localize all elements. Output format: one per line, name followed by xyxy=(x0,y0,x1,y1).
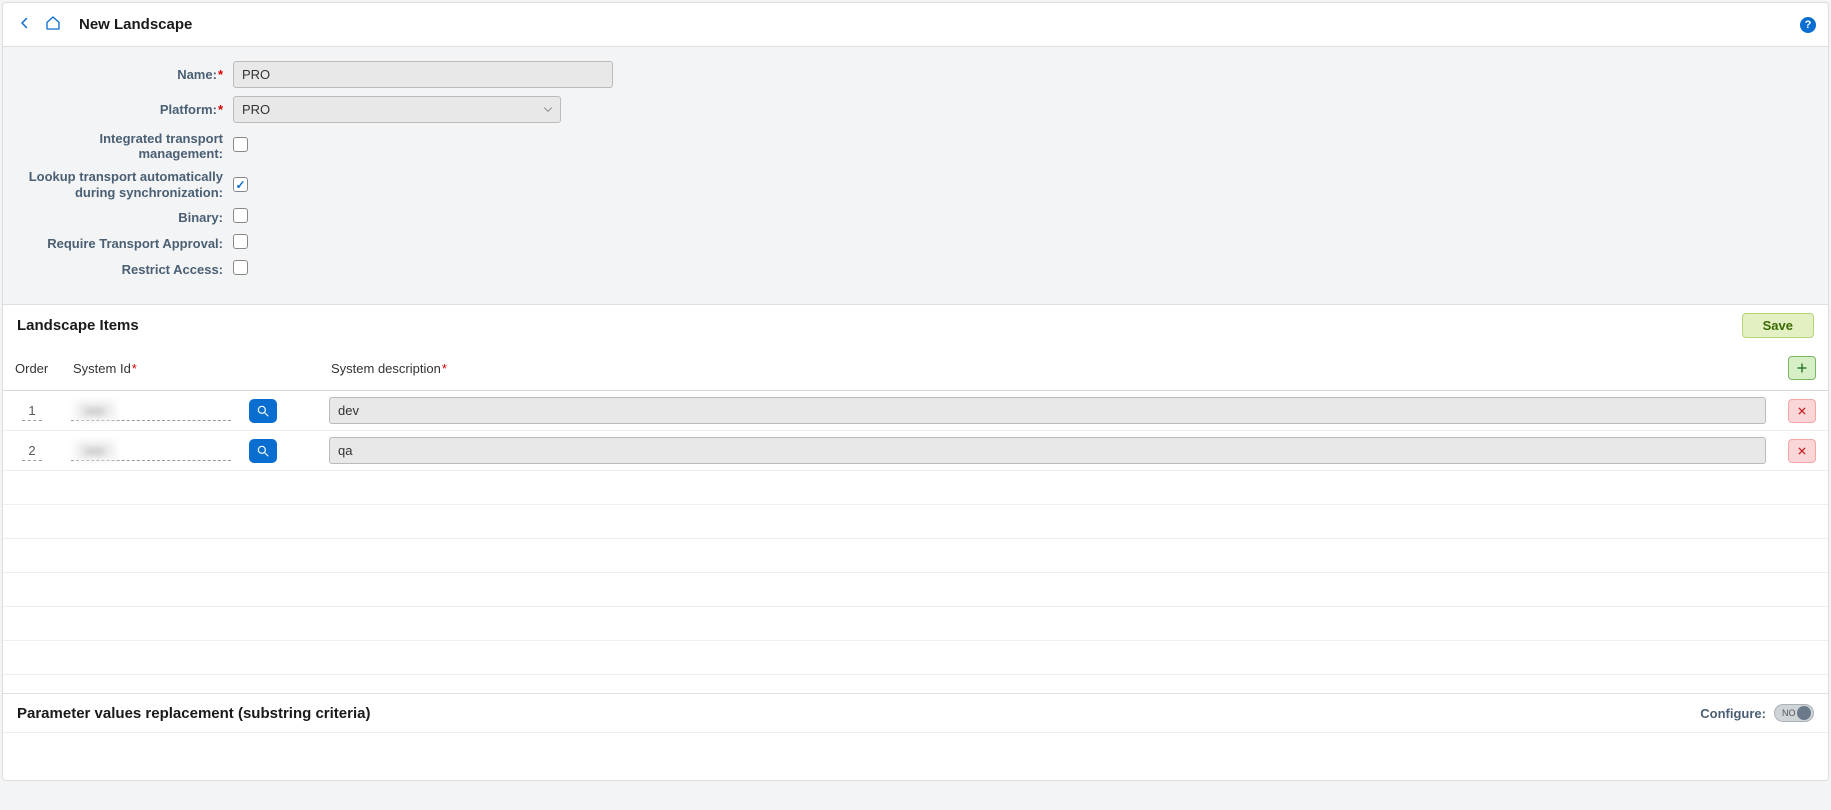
binary-checkbox[interactable] xyxy=(233,208,248,223)
help-icon[interactable]: ? xyxy=(1800,17,1816,33)
table-row: 2 xxx xyxy=(3,431,1828,471)
lookup-checkbox[interactable] xyxy=(233,177,248,192)
add-row-button[interactable] xyxy=(1788,356,1816,380)
page-header: New Landscape ? xyxy=(3,3,1828,47)
empty-row xyxy=(3,505,1828,539)
params-title: Parameter values replacement (substring … xyxy=(17,705,370,722)
system-desc-input[interactable] xyxy=(329,437,1766,464)
table-row: 1 xxx xyxy=(3,391,1828,431)
itm-checkbox[interactable] xyxy=(233,137,248,152)
page-title: New Landscape xyxy=(79,16,192,33)
system-id-lookup-button[interactable] xyxy=(249,399,277,423)
landscape-items-title: Landscape Items xyxy=(17,317,139,334)
empty-row xyxy=(3,641,1828,675)
order-cell[interactable]: 1 xyxy=(22,401,42,421)
name-label: Name:* xyxy=(19,67,229,82)
empty-row xyxy=(3,471,1828,505)
system-id-lookup-button[interactable] xyxy=(249,439,277,463)
col-system-id: System Id* xyxy=(61,346,319,391)
page-container: New Landscape ? Name:* Platform:* Integr… xyxy=(2,2,1829,781)
system-id-input[interactable]: xxx xyxy=(71,401,231,421)
approval-checkbox[interactable] xyxy=(233,234,248,249)
order-cell[interactable]: 2 xyxy=(22,441,42,461)
landscape-items-header: Landscape Items Save xyxy=(3,304,1828,346)
platform-select[interactable] xyxy=(233,96,561,123)
col-system-desc: System description* xyxy=(319,346,1776,391)
form-area: Name:* Platform:* Integrated transport m… xyxy=(3,47,1828,304)
toggle-label: NO xyxy=(1782,708,1796,718)
toggle-knob xyxy=(1797,706,1811,720)
lookup-label: Lookup transport automatically during sy… xyxy=(19,169,229,200)
delete-row-button[interactable] xyxy=(1788,439,1816,463)
empty-row xyxy=(3,539,1828,573)
params-section: Parameter values replacement (substring … xyxy=(3,693,1828,780)
empty-row xyxy=(3,607,1828,641)
name-input[interactable] xyxy=(233,61,613,88)
configure-toggle[interactable]: NO xyxy=(1774,704,1814,722)
itm-label: Integrated transport management: xyxy=(19,131,229,161)
system-id-input[interactable]: xxx xyxy=(71,441,231,461)
back-icon[interactable] xyxy=(15,13,35,36)
col-order: Order xyxy=(3,346,61,391)
approval-label: Require Transport Approval: xyxy=(19,236,229,251)
home-icon[interactable] xyxy=(41,11,65,38)
configure-label: Configure: xyxy=(1700,706,1766,721)
system-desc-input[interactable] xyxy=(329,397,1766,424)
delete-row-button[interactable] xyxy=(1788,399,1816,423)
binary-label: Binary: xyxy=(19,210,229,225)
empty-row xyxy=(3,573,1828,607)
restrict-label: Restrict Access: xyxy=(19,262,229,277)
save-button[interactable]: Save xyxy=(1742,313,1814,338)
params-body xyxy=(3,732,1828,780)
col-actions xyxy=(1776,346,1828,391)
landscape-items-table: Order System Id* System description* 1 x… xyxy=(3,346,1828,675)
platform-label: Platform:* xyxy=(19,102,229,117)
restrict-checkbox[interactable] xyxy=(233,260,248,275)
